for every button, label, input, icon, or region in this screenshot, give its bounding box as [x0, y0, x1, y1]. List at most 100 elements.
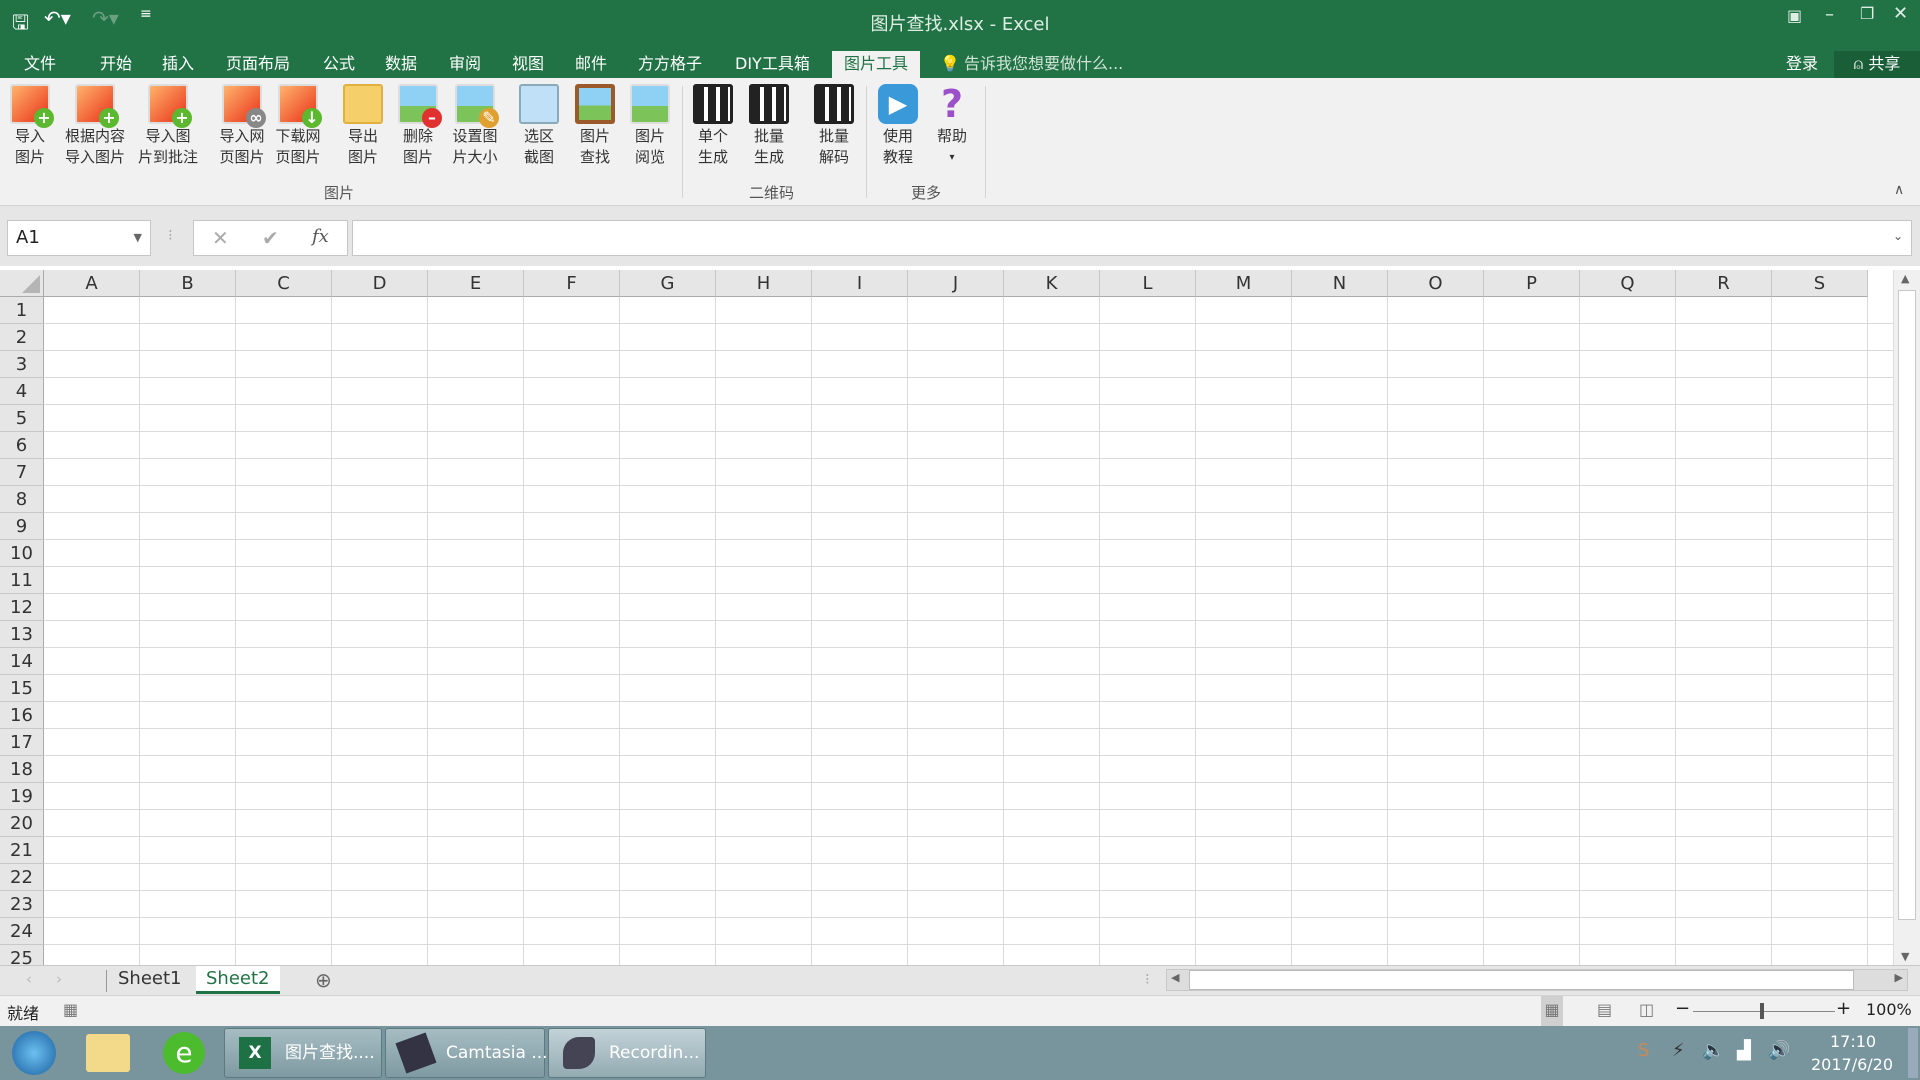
restore-icon[interactable]: ❐ [1860, 4, 1874, 23]
tab-file[interactable]: 文件 [24, 51, 56, 78]
column-header-N[interactable]: N [1292, 270, 1388, 297]
row-header-14[interactable]: 14 [0, 648, 44, 675]
column-header-B[interactable]: B [140, 270, 236, 297]
redo-icon[interactable]: ↷▾ [92, 6, 119, 30]
page-break-view-icon[interactable]: ◫ [1639, 1000, 1654, 1019]
file-explorer-icon[interactable] [86, 1034, 130, 1072]
formula-input[interactable]: ⌄ [352, 220, 1912, 256]
column-header-E[interactable]: E [428, 270, 524, 297]
signal-icon[interactable]: ▟ [1737, 1040, 1751, 1061]
tab-mailings[interactable]: 邮件 [575, 51, 607, 78]
scroll-left-icon[interactable]: ◀ [1171, 971, 1179, 984]
import-to-comment-button[interactable]: + 导入图 片到批注 [135, 84, 201, 168]
tutorial-button[interactable]: ▶ 使用 教程 [870, 84, 926, 168]
select-all-button[interactable] [0, 270, 44, 297]
customize-qat-icon[interactable]: ≡ [140, 6, 152, 22]
clock-time[interactable]: 17:10 [1830, 1032, 1876, 1051]
row-header-21[interactable]: 21 [0, 837, 44, 864]
column-header-J[interactable]: J [908, 270, 1004, 297]
ime-icon[interactable]: S [1638, 1040, 1649, 1061]
undo-icon[interactable]: ↶▾ [44, 6, 71, 30]
row-header-13[interactable]: 13 [0, 621, 44, 648]
cancel-icon[interactable]: ✕ [212, 226, 229, 250]
collapse-ribbon-icon[interactable]: ∧ [1894, 182, 1904, 198]
zoom-level[interactable]: 100% [1866, 1000, 1912, 1019]
scroll-down-icon[interactable]: ▼ [1901, 950, 1909, 963]
add-sheet-icon[interactable]: ⊕ [315, 968, 332, 992]
ribbon-display-icon[interactable]: ▣ [1787, 6, 1802, 25]
column-header-G[interactable]: G [620, 270, 716, 297]
row-header-16[interactable]: 16 [0, 702, 44, 729]
tab-diy-toolbox[interactable]: DIY工具箱 [735, 51, 810, 78]
speaker-icon[interactable]: 🔊 [1768, 1040, 1790, 1061]
row-header-19[interactable]: 19 [0, 783, 44, 810]
tab-view[interactable]: 视图 [512, 51, 544, 78]
row-header-12[interactable]: 12 [0, 594, 44, 621]
tab-fangfanggezi[interactable]: 方方格子 [638, 51, 702, 78]
browser-icon[interactable]: e [163, 1032, 205, 1074]
tab-page-layout[interactable]: 页面布局 [226, 51, 290, 78]
row-header-9[interactable]: 9 [0, 513, 44, 540]
prev-sheet-icon[interactable]: ‹ [26, 970, 32, 988]
row-header-6[interactable]: 6 [0, 432, 44, 459]
save-icon[interactable]: 🖫 [12, 8, 29, 42]
page-layout-view-icon[interactable]: ▤ [1597, 1000, 1612, 1019]
column-header-K[interactable]: K [1004, 270, 1100, 297]
delete-picture-button[interactable]: – 删除 图片 [390, 84, 446, 168]
sheet-tab-sheet1[interactable]: Sheet1 [108, 966, 192, 994]
show-desktop-button[interactable] [1908, 1028, 1918, 1078]
row-header-7[interactable]: 7 [0, 459, 44, 486]
download-web-picture-button[interactable]: ↓ 下载网 页图片 [270, 84, 326, 168]
tab-data[interactable]: 数据 [385, 51, 417, 78]
column-header-C[interactable]: C [236, 270, 332, 297]
row-header-22[interactable]: 22 [0, 864, 44, 891]
macro-record-icon[interactable]: ▦ [63, 1000, 78, 1019]
row-header-2[interactable]: 2 [0, 324, 44, 351]
column-header-H[interactable]: H [716, 270, 812, 297]
row-header-5[interactable]: 5 [0, 405, 44, 432]
row-header-8[interactable]: 8 [0, 486, 44, 513]
region-screenshot-button[interactable]: 选区 截图 [511, 84, 567, 168]
row-header-1[interactable]: 1 [0, 297, 44, 324]
share-button[interactable]: ⍝ 共享 [1834, 51, 1920, 78]
column-header-R[interactable]: R [1676, 270, 1772, 297]
tab-home[interactable]: 开始 [100, 51, 132, 78]
column-header-I[interactable]: I [812, 270, 908, 297]
normal-view-icon[interactable]: ▦ [1541, 996, 1563, 1026]
scroll-up-icon[interactable]: ▲ [1901, 272, 1909, 285]
column-header-L[interactable]: L [1100, 270, 1196, 297]
row-header-11[interactable]: 11 [0, 567, 44, 594]
taskbar-excel[interactable]: X 图片查找.... [224, 1028, 382, 1078]
enter-check-icon[interactable]: ✔ [262, 226, 279, 250]
cells[interactable] [44, 297, 1893, 965]
zoom-slider[interactable] [1693, 1011, 1835, 1012]
tab-picture-tools[interactable]: 图片工具 [832, 51, 921, 78]
column-header-A[interactable]: A [44, 270, 140, 297]
row-header-10[interactable]: 10 [0, 540, 44, 567]
column-header-Q[interactable]: Q [1580, 270, 1676, 297]
row-header-25[interactable]: 25 [0, 945, 44, 965]
help-button[interactable]: ? 帮助 ▾ [924, 84, 980, 168]
row-header-20[interactable]: 20 [0, 810, 44, 837]
row-header-18[interactable]: 18 [0, 756, 44, 783]
column-header-S[interactable]: S [1772, 270, 1868, 297]
scrollbar-thumb[interactable] [1189, 970, 1854, 990]
horizontal-scrollbar[interactable]: ◀ ▶ [1166, 969, 1908, 991]
single-qr-generate-button[interactable]: 单个 生成 [685, 84, 741, 168]
clock-date[interactable]: 2017/6/20 [1811, 1055, 1893, 1074]
batch-qr-decode-button[interactable]: 批量 解码 [806, 84, 862, 168]
zoom-in-icon[interactable]: + [1836, 998, 1851, 1019]
import-by-content-button[interactable]: + 根据内容 导入图片 [60, 84, 130, 168]
tell-me-search[interactable]: 告诉我您想要做什么... [964, 51, 1123, 78]
worksheet-grid[interactable]: ABCDEFGHIJKLMNOPQRS 1 2 3 4 5 6 7 8 9 10 11 12 13 14 1… [0, 270, 1893, 965]
zoom-slider-thumb[interactable] [1760, 1003, 1764, 1019]
set-picture-size-button[interactable]: ✎ 设置图 片大小 [445, 84, 505, 168]
row-header-3[interactable]: 3 [0, 351, 44, 378]
tab-review[interactable]: 审阅 [449, 51, 481, 78]
start-button[interactable] [12, 1031, 56, 1075]
sheet-tab-sheet2[interactable]: Sheet2 [196, 966, 280, 994]
zoom-out-icon[interactable]: − [1675, 998, 1690, 1019]
next-sheet-icon[interactable]: › [56, 970, 62, 988]
vertical-scrollbar[interactable]: ▲ ▼ [1893, 270, 1920, 965]
expand-formula-icon[interactable]: ⌄ [1893, 229, 1903, 243]
